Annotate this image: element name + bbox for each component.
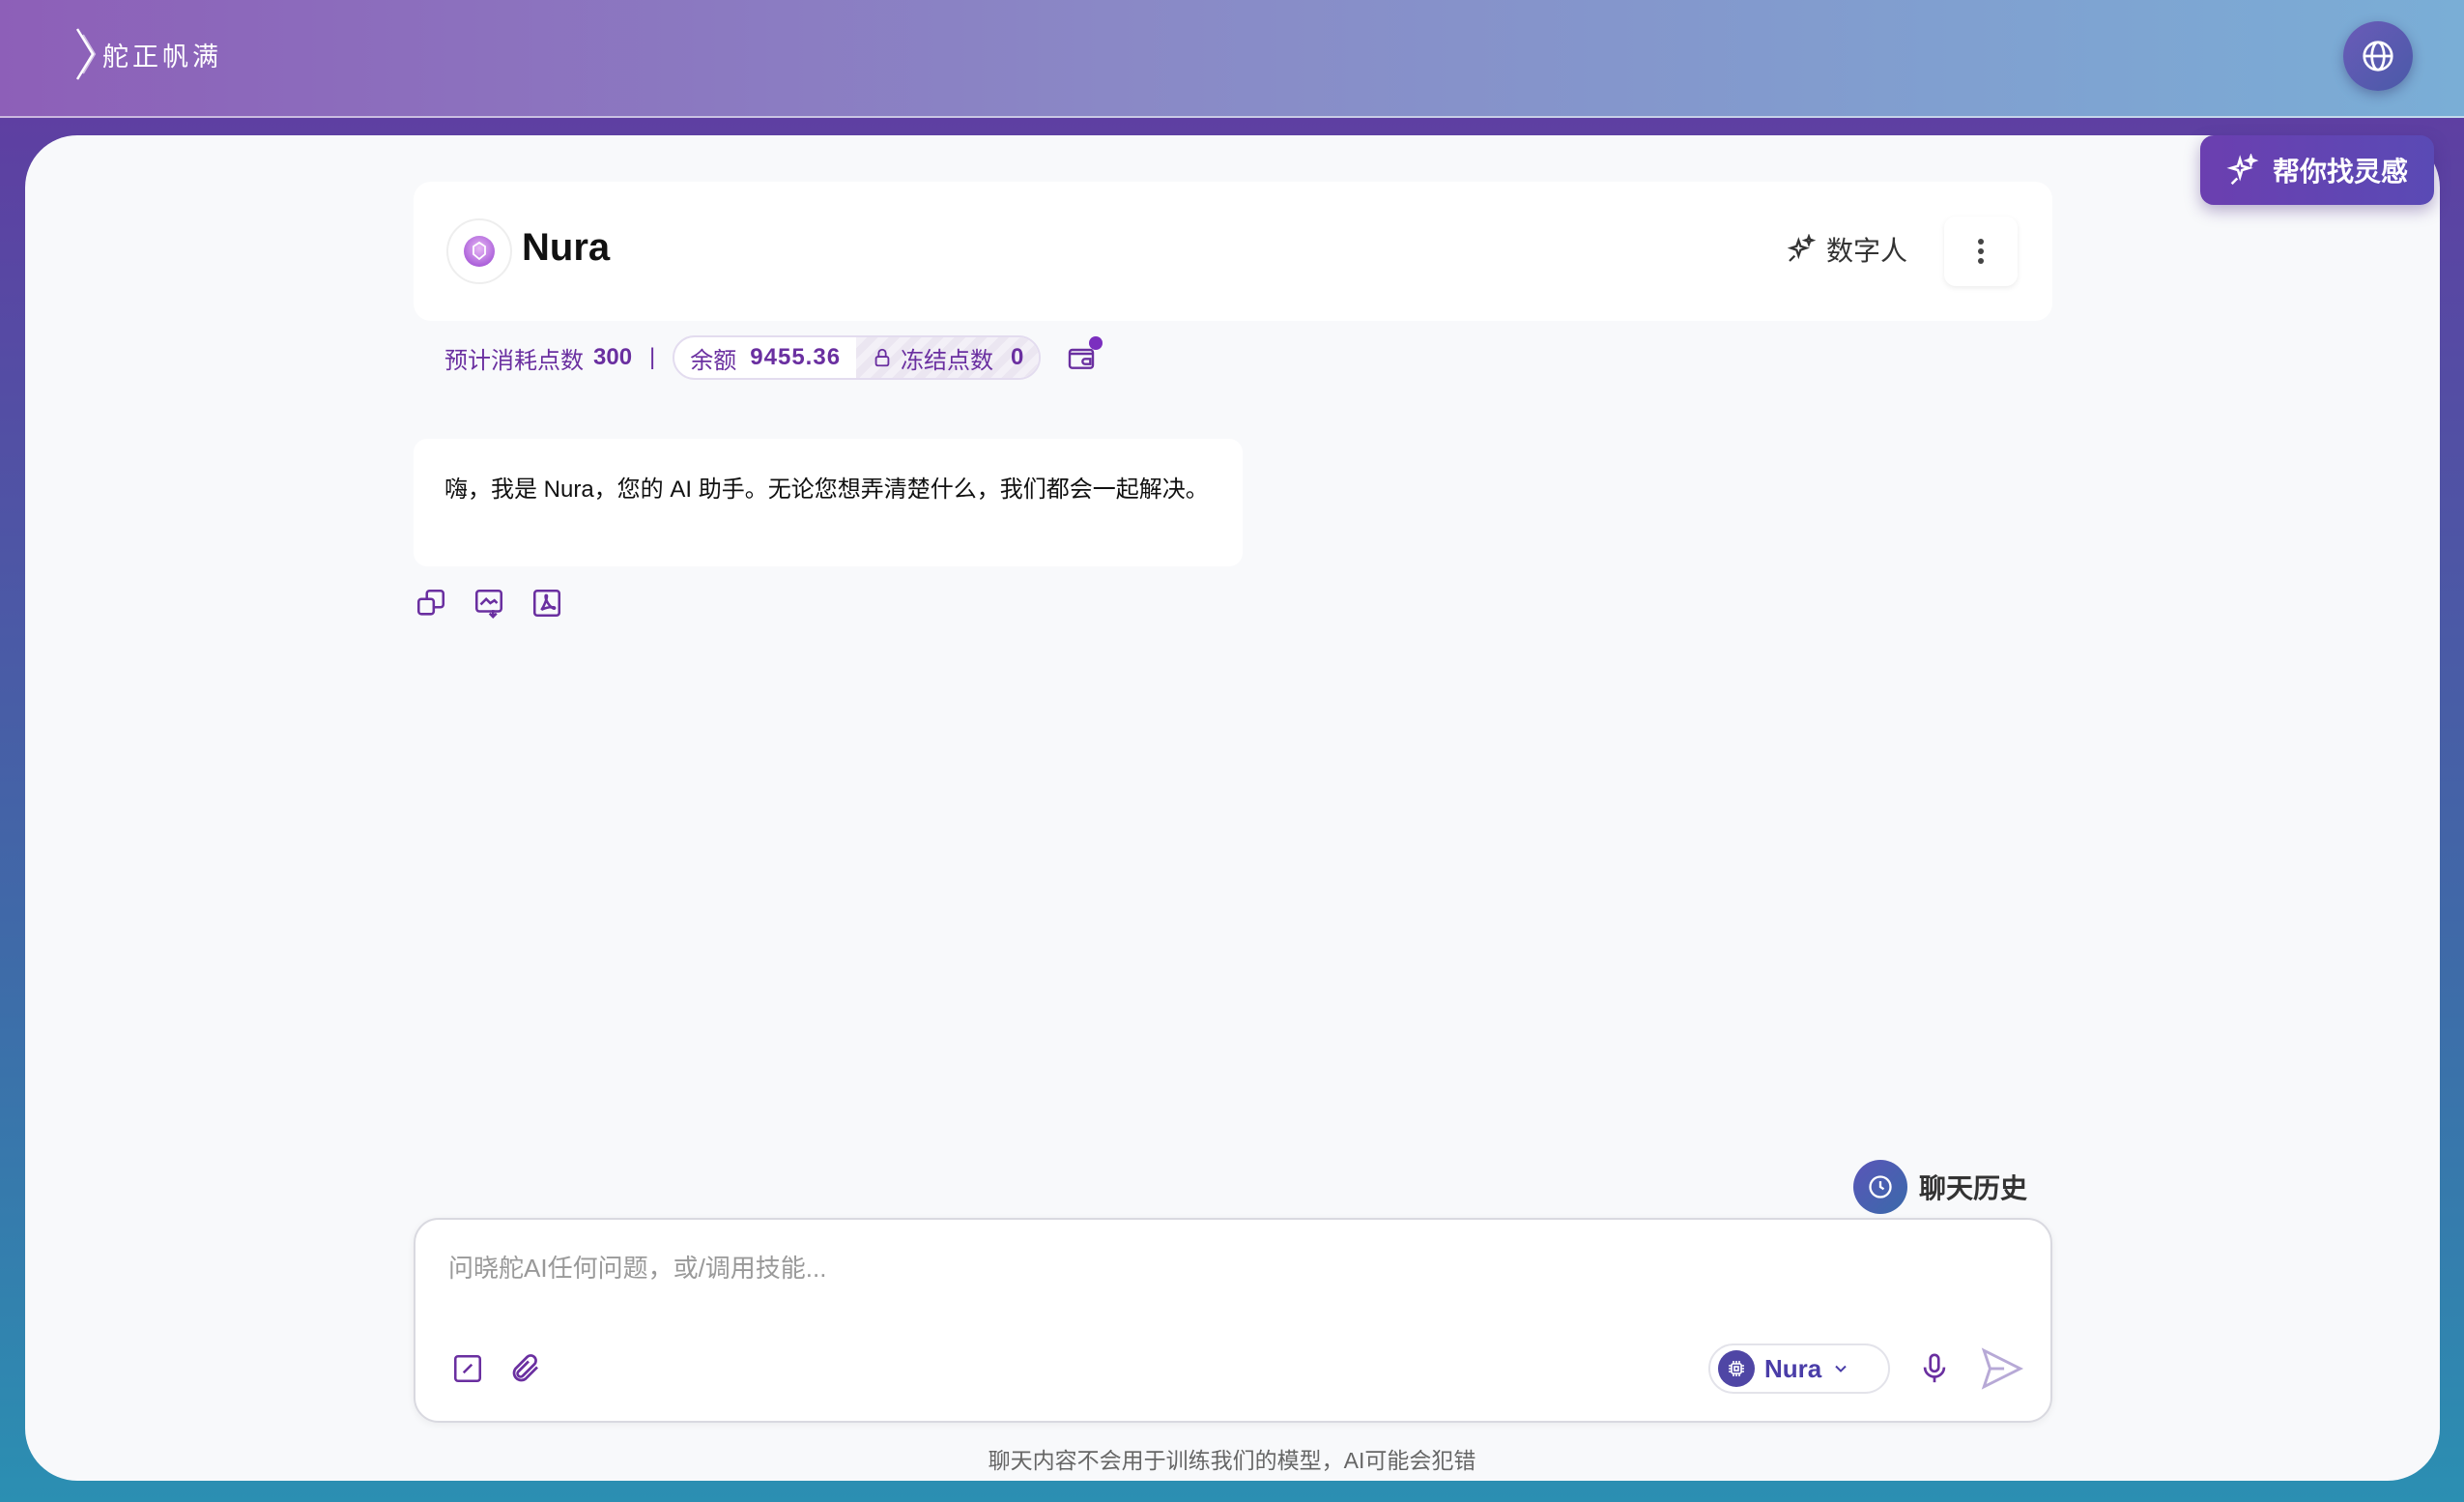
- agent-header: Nura 数字人: [414, 182, 2052, 321]
- paperclip-icon: [512, 1354, 538, 1382]
- agent-name: Nura: [522, 226, 611, 269]
- points-bar: 预计消耗点数 300 | 余额 9455.36 冻结点数 0: [444, 335, 1103, 380]
- logo-text: 舵正帆满: [102, 42, 222, 72]
- balance-label: 余额: [690, 347, 737, 374]
- more-vertical-icon: [1978, 239, 1984, 264]
- send-button[interactable]: [1975, 1342, 2029, 1396]
- balance-value: 9455.36: [750, 344, 842, 370]
- sparkle-icon: [1787, 234, 1817, 262]
- chip-icon: [1718, 1350, 1755, 1387]
- frozen-value: 0: [1011, 344, 1024, 370]
- logo-mark-icon: [75, 28, 97, 80]
- model-label: Nura: [1764, 1353, 1822, 1383]
- language-button[interactable]: [2343, 21, 2413, 91]
- chat-history-button[interactable]: 聊天历史: [1853, 1160, 2027, 1214]
- export-pdf-button[interactable]: [530, 586, 564, 621]
- copy-icon: [416, 589, 445, 616]
- copy-button[interactable]: [414, 586, 448, 621]
- pdf-icon: [532, 589, 561, 618]
- sparkle-icon: [2226, 154, 2259, 186]
- export-image-button[interactable]: [472, 586, 506, 621]
- wallet-button[interactable]: [1062, 336, 1103, 377]
- message-text: 嗨，我是 Nura，您的 AI 助手。无论您想弄清楚什么，我们都会一起解决。: [444, 477, 1209, 503]
- top-bar: 舵正帆满: [0, 0, 2464, 118]
- digital-human-button[interactable]: 数字人: [1786, 230, 1907, 269]
- new-chat-button[interactable]: [446, 1347, 489, 1390]
- logo[interactable]: 舵正帆满: [75, 27, 222, 81]
- notification-dot: [1089, 336, 1103, 350]
- model-selector[interactable]: Nura: [1708, 1343, 1890, 1394]
- estimated-points-value: 300: [593, 344, 633, 370]
- estimated-points-label: 预计消耗点数: [444, 347, 584, 374]
- separator: |: [649, 344, 656, 370]
- image-download-icon: [474, 589, 503, 619]
- more-options-button[interactable]: [1944, 217, 2018, 286]
- frozen-points: 冻结点数 0: [856, 337, 1040, 378]
- agent-logo-icon: [464, 236, 495, 267]
- clock-icon: [1853, 1160, 1907, 1214]
- inspiration-button[interactable]: 帮你找灵感: [2200, 135, 2434, 205]
- globe-icon: [2363, 41, 2393, 72]
- assistant-message: 嗨，我是 Nura，您的 AI 助手。无论您想弄清楚什么，我们都会一起解决。: [414, 439, 1243, 566]
- message-actions: [414, 586, 564, 621]
- frozen-label: 冻结点数: [901, 347, 994, 374]
- chevron-down-icon: [1835, 1365, 1847, 1372]
- digital-human-label: 数字人: [1826, 236, 1908, 266]
- message-input[interactable]: [446, 1247, 1996, 1309]
- lock-icon: [874, 348, 890, 367]
- send-icon: [1981, 1347, 2024, 1390]
- message-composer: Nura: [414, 1218, 2052, 1423]
- balance-pill[interactable]: 余额 9455.36 冻结点数 0: [673, 335, 1042, 380]
- voice-input-button[interactable]: [1913, 1347, 1956, 1390]
- attach-button[interactable]: [504, 1347, 547, 1390]
- microphone-icon: [1923, 1353, 1946, 1383]
- chat-history-label: 聊天历史: [1919, 1173, 2028, 1203]
- edit-square-icon: [453, 1354, 482, 1383]
- agent-avatar: [446, 218, 512, 284]
- inspiration-label: 帮你找灵感: [2272, 157, 2408, 187]
- disclaimer: 聊天内容不会用于训练我们的模型，AI可能会犯错: [988, 1448, 1476, 1473]
